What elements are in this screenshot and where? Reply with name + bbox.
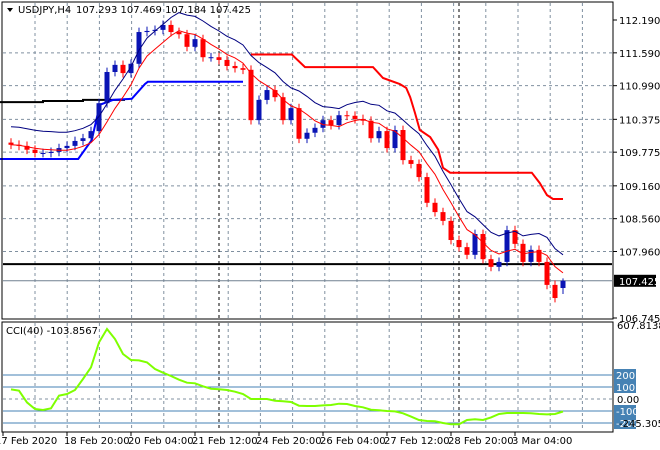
candle-body — [488, 259, 494, 267]
candle-body — [336, 115, 342, 126]
candle-body — [560, 280, 566, 289]
cci-axis-top: 607.8138 — [617, 321, 660, 332]
symbol-label: USDJPY,H4 — [18, 5, 71, 16]
time-label: 3 Mar 04:00 — [512, 436, 572, 447]
candle-body — [352, 115, 358, 120]
time-label: 27 Feb 12:00 — [384, 436, 450, 447]
price-tick-label: 109.775 — [619, 148, 660, 159]
candle-body — [192, 39, 198, 47]
candle-body — [504, 230, 510, 262]
candle-body — [48, 151, 54, 153]
candle-body — [288, 108, 294, 121]
candle-body — [368, 120, 374, 139]
candle-body — [416, 163, 422, 178]
price-tick-label: 111.590 — [619, 49, 660, 60]
time-label: 21 Feb 12:00 — [192, 436, 258, 447]
candle-body — [184, 34, 190, 47]
candle-body — [168, 24, 174, 33]
candle-body — [304, 132, 310, 139]
time-label: 26 Feb 04:00 — [320, 436, 386, 447]
candle-body — [248, 69, 254, 121]
candle-body — [64, 145, 70, 149]
candle-body — [432, 202, 438, 213]
candle-body — [312, 127, 318, 133]
candle-body — [400, 130, 406, 161]
candle-body — [120, 64, 126, 74]
candle-body — [240, 68, 246, 70]
candle-body — [104, 71, 110, 104]
candle-body — [72, 140, 78, 146]
candle-body — [200, 39, 206, 58]
candle-body — [456, 240, 462, 248]
cci-label: CCI(40) -103.8567 — [6, 326, 98, 337]
candle-body — [256, 99, 262, 121]
candle-body — [480, 233, 486, 260]
candle-body — [232, 65, 238, 69]
candle-body — [80, 138, 86, 141]
candle-body — [424, 177, 430, 203]
candle-body — [408, 160, 414, 164]
price-tick-label: 109.160 — [619, 182, 660, 193]
cci-level-label: 100 — [616, 383, 635, 394]
ohlc-readout: 107.293 107.469 107.184 107.425 — [76, 5, 251, 16]
candle-body — [344, 115, 350, 117]
trading-chart[interactable]: 112.190 111.590 110.990 110.375 109.775 109.1… — [0, 0, 660, 450]
candle-body — [496, 261, 502, 267]
candle-body — [464, 247, 470, 255]
bid-price-label: 107.425 — [619, 277, 660, 288]
candle-body — [328, 120, 334, 126]
candle-body — [144, 30, 150, 33]
cci-level-label: -100 — [616, 407, 639, 418]
price-tick-label: 107.960 — [619, 248, 660, 259]
cci-axis-zero: 0.00 — [617, 395, 639, 406]
candle-body — [40, 152, 46, 154]
candle-body — [88, 131, 94, 139]
candle-body — [376, 131, 382, 139]
candle-body — [440, 212, 446, 221]
candle-body — [384, 131, 390, 149]
time-label: 24 Feb 20:00 — [256, 436, 322, 447]
cci-level-label: 200 — [616, 371, 635, 382]
candle-body — [208, 57, 214, 59]
time-label: 20 Feb 04:00 — [128, 436, 194, 447]
time-label: 17 Feb 2020 — [0, 436, 57, 447]
price-tick-label: 110.990 — [619, 82, 660, 93]
candle-body — [112, 64, 118, 72]
candle-body — [552, 284, 558, 299]
candle-body — [448, 220, 454, 241]
time-label: 28 Feb 20:00 — [448, 436, 514, 447]
candle-body — [216, 57, 222, 60]
time-label: 18 Feb 20:00 — [64, 436, 130, 447]
candle-body — [296, 108, 302, 139]
cci-axis-bottom: -245.3054 — [619, 419, 660, 430]
candle-body — [544, 261, 550, 285]
price-tick-label: 112.190 — [619, 16, 660, 27]
price-tick-label: 108.560 — [619, 215, 660, 226]
candle-body — [176, 32, 182, 35]
price-tick-label: 110.375 — [619, 115, 660, 126]
candle-body — [32, 149, 38, 153]
candle-body — [264, 90, 270, 100]
candle-body — [224, 59, 230, 66]
candle-body — [528, 249, 534, 262]
